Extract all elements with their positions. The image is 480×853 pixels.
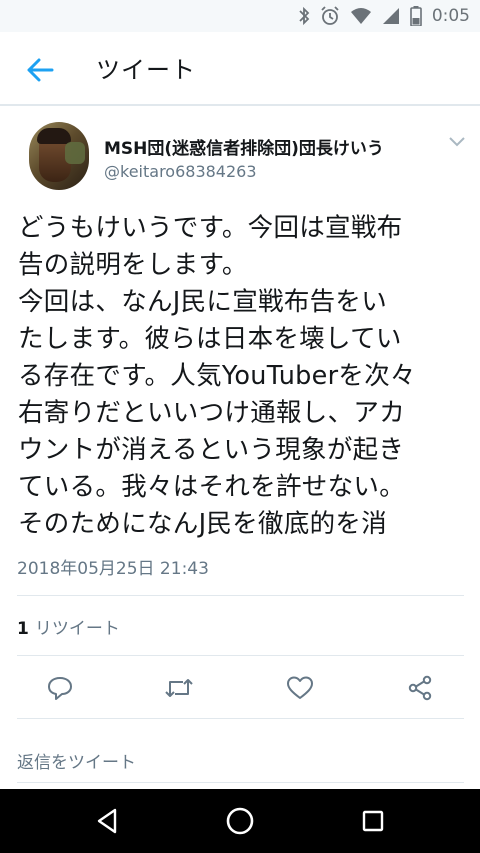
home-circle-icon — [226, 807, 254, 835]
tweet-actions — [0, 668, 480, 708]
page-title: ツイート — [96, 56, 196, 84]
divider — [17, 718, 464, 719]
retweet-count: 1 — [17, 619, 29, 639]
like-button[interactable] — [280, 668, 320, 708]
divider — [17, 655, 464, 656]
share-button[interactable] — [400, 668, 440, 708]
bluetooth-icon — [298, 6, 310, 26]
user-display-name[interactable]: MSH団(迷惑信者排除団)団長けいう — [104, 134, 384, 159]
reply-input[interactable]: 返信をツイート — [17, 748, 136, 773]
back-triangle-icon — [97, 808, 117, 834]
nav-back-button[interactable] — [87, 801, 127, 841]
avatar-badge-shape — [65, 142, 85, 164]
retweet-icon — [165, 679, 193, 697]
reply-button[interactable] — [40, 668, 80, 708]
nav-home-button[interactable] — [220, 801, 260, 841]
retweet-button[interactable] — [159, 668, 199, 708]
retweet-label: リツイート — [34, 619, 120, 639]
avatar-hair-shape — [37, 128, 71, 144]
battery-icon — [410, 6, 422, 26]
alarm-icon — [320, 6, 340, 26]
signal-icon — [382, 7, 400, 25]
status-time: 0:05 — [431, 6, 470, 26]
like-icon — [287, 676, 313, 699]
tweet-text: どうもけいうです。今回は宣戦布 告の説明をします。 今回は、なんJ民に宣戦布告を… — [18, 213, 416, 539]
share-icon — [408, 675, 432, 701]
divider — [17, 595, 464, 596]
back-button[interactable] — [20, 52, 60, 88]
arrow-left-icon — [27, 58, 54, 82]
reply-icon — [48, 677, 72, 700]
tweet-timestamp: 2018年05月25日 21:43 — [17, 559, 209, 579]
user-handle[interactable]: @keitaro68384263 — [104, 162, 257, 181]
nav-recents-button[interactable] — [353, 801, 393, 841]
avatar[interactable] — [29, 122, 89, 190]
recents-square-icon — [362, 810, 384, 832]
chevron-down-icon[interactable] — [448, 136, 466, 148]
divider — [17, 782, 464, 783]
app-bar: ツイート — [0, 32, 480, 106]
system-nav-bar — [0, 789, 480, 853]
retweet-stats[interactable]: 1 リツイート — [17, 614, 120, 639]
wifi-icon — [350, 7, 372, 25]
status-bar: 0:05 — [0, 0, 480, 32]
